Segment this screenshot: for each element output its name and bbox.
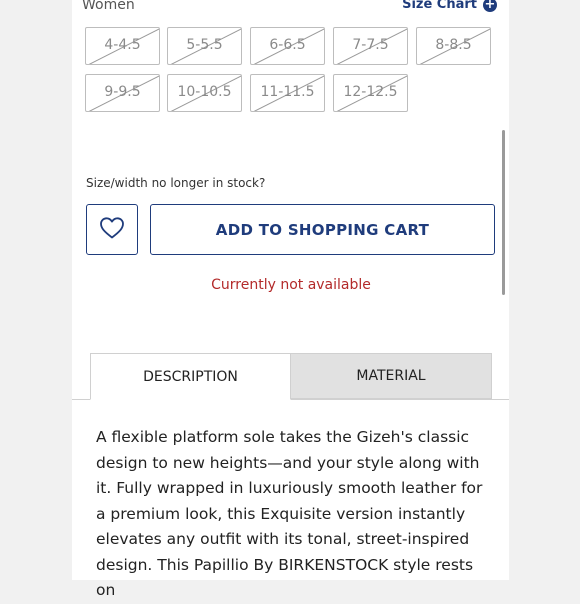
size-option-label: 11-11.5 bbox=[260, 84, 315, 100]
size-option-label: 10-10.5 bbox=[177, 84, 232, 100]
size-option-label: 9-9.5 bbox=[104, 84, 141, 100]
size-option[interactable]: 6-6.5 bbox=[250, 27, 325, 65]
size-option[interactable]: 8-8.5 bbox=[416, 27, 491, 65]
size-option[interactable]: 5-5.5 bbox=[167, 27, 242, 65]
size-option[interactable]: 9-9.5 bbox=[85, 74, 160, 112]
size-option-label: 4-4.5 bbox=[104, 37, 141, 53]
size-option-label: 6-6.5 bbox=[269, 37, 306, 53]
size-chart-link[interactable]: Size Chart + bbox=[402, 0, 497, 12]
size-option[interactable]: 4-4.5 bbox=[85, 27, 160, 65]
product-description: A flexible platform sole takes the Gizeh… bbox=[96, 428, 483, 599]
availability-status: Currently not available bbox=[211, 277, 371, 293]
heart-icon bbox=[99, 216, 125, 244]
size-option-label: 5-5.5 bbox=[186, 37, 223, 53]
size-group-label: Women bbox=[82, 0, 135, 13]
plus-circle-icon: + bbox=[483, 0, 497, 12]
size-option[interactable]: 11-11.5 bbox=[250, 74, 325, 112]
scrollbar[interactable] bbox=[502, 130, 505, 295]
size-chart-label: Size Chart bbox=[402, 0, 477, 12]
size-option-label: 12-12.5 bbox=[343, 84, 398, 100]
tab-description[interactable]: DESCRIPTION bbox=[90, 353, 291, 400]
size-option[interactable]: 7-7.5 bbox=[333, 27, 408, 65]
size-option[interactable]: 10-10.5 bbox=[167, 74, 242, 112]
add-to-cart-button[interactable]: ADD TO SHOPPING CART bbox=[150, 204, 495, 255]
size-option-label: 7-7.5 bbox=[352, 37, 389, 53]
tab-material[interactable]: MATERIAL bbox=[291, 353, 492, 399]
size-option[interactable]: 12-12.5 bbox=[333, 74, 408, 112]
size-option-label: 8-8.5 bbox=[435, 37, 472, 53]
stock-notify-link[interactable]: Size/width no longer in stock? bbox=[86, 176, 265, 190]
wishlist-button[interactable] bbox=[86, 204, 138, 255]
